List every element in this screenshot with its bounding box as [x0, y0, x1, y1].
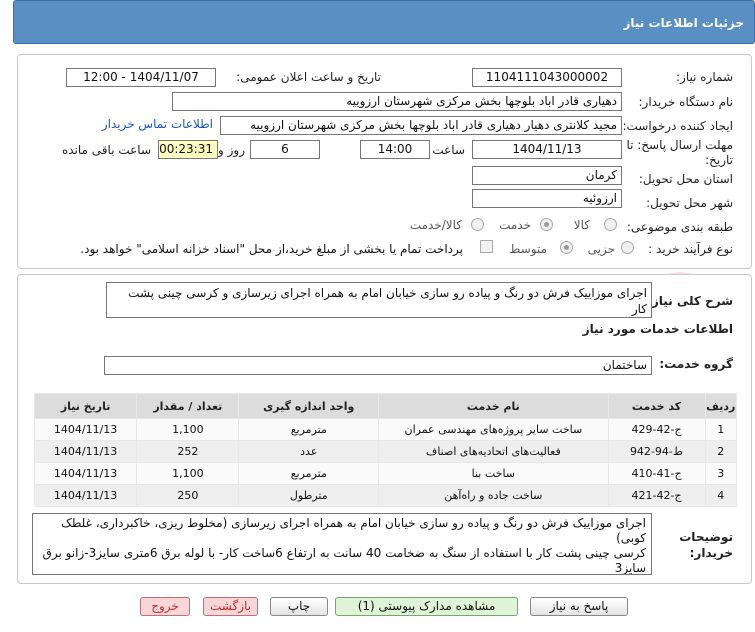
buyer-notes-field: اجرای موزاییک فرش دو رنگ و پیاده رو سازی…: [32, 513, 652, 575]
cell-date: 1404/11/13: [33, 462, 138, 485]
process-radio-minor[interactable]: [621, 241, 634, 254]
col-row-header: ردیف: [704, 393, 737, 419]
need-summary-field: اجرای موزاییک فرش دو رنگ و پیاده رو سازی…: [106, 282, 652, 318]
cell-date: 1404/11/13: [33, 484, 138, 507]
cell-unit: مترمربع: [238, 462, 380, 485]
exit-button[interactable]: خروج: [140, 597, 190, 616]
cell-name: فعالیت‌های اتحادیه‌های اصناف: [378, 440, 609, 463]
announce-datetime-field: 1404/11/07 - 12:00: [66, 68, 216, 87]
category-radio-goods-service[interactable]: [471, 218, 484, 231]
table-row: 3 ج-41-410 ساخت بنا مترمربع 1,100 1404/1…: [33, 462, 737, 485]
days-remaining-field: 6: [250, 140, 320, 159]
buyer-notes-label-2: خریدار:: [689, 546, 733, 560]
payment-note: پرداخت تمام یا بخشی از مبلغ خرید،از محل …: [80, 242, 463, 256]
buyer-org-label: نام دستگاه خریدار:: [638, 95, 734, 109]
city-field: ارزوئیه: [472, 189, 622, 208]
col-unit-header: واحد اندازه گیری: [238, 393, 380, 419]
deadline-label: مهلت ارسال پاسخ: تا: [626, 138, 733, 152]
cell-qty: 252: [136, 440, 240, 463]
category-label: طبقه بندی موضوعی:: [626, 220, 733, 234]
need-summary-label: شرح کلی نیاز:: [647, 294, 733, 308]
col-qty-header: تعداد / مقدار: [136, 393, 240, 419]
cell-name: ساخت سایر پروژه‌های مهندسی عمران: [378, 418, 609, 441]
table-row: 1 ج-42-429 ساخت سایر پروژه‌های مهندسی عم…: [33, 418, 737, 441]
deadline-label-date: تاریخ:: [705, 153, 733, 167]
buyer-notes-label: توضیحات: [679, 530, 733, 544]
category-radio-goods[interactable]: [604, 218, 617, 231]
cell-qty: 1,100: [136, 462, 240, 485]
cell-row: 3: [704, 462, 737, 485]
services-table-wrap: ردیف کد خدمت نام خدمت واحد اندازه گیری ت…: [33, 393, 737, 507]
cell-unit: عدد: [238, 440, 380, 463]
col-date-header: تاریخ نیاز: [33, 393, 138, 419]
deadline-date-field: 1404/11/13: [472, 140, 622, 159]
process-type-label: نوع فرآیند خرید :: [648, 242, 733, 256]
page-title: جزئیات اطلاعات نیاز: [623, 16, 744, 30]
creator-field: مجید کلانتری دهیار دهیاری قادر اباد بلوچ…: [220, 116, 622, 135]
cell-row: 2: [704, 440, 737, 463]
deadline-time-field: 14:00: [360, 140, 430, 159]
cell-date: 1404/11/13: [33, 418, 138, 441]
services-table: ردیف کد خدمت نام خدمت واحد اندازه گیری ت…: [33, 393, 737, 507]
creator-label: ایجاد کننده درخواست:: [622, 119, 733, 133]
print-button[interactable]: چاپ: [270, 597, 328, 616]
cell-date: 1404/11/13: [33, 440, 138, 463]
cell-qty: 250: [136, 484, 240, 507]
cell-code: ج-42-429: [607, 418, 706, 441]
treasury-bonds-checkbox[interactable]: [480, 240, 493, 253]
cell-code: ج-41-410: [607, 462, 706, 485]
cell-row: 4: [704, 484, 737, 507]
need-number-field: 1104111043000002: [472, 68, 622, 87]
respond-button[interactable]: پاسخ به نیاز: [530, 597, 628, 616]
cell-unit: مترطول: [238, 484, 380, 507]
cell-qty: 1,100: [136, 418, 240, 441]
service-group-field: ساختمان: [104, 356, 652, 375]
page-title-bar: جزئیات اطلاعات نیاز: [13, 0, 755, 44]
services-table-header: ردیف کد خدمت نام خدمت واحد اندازه گیری ت…: [33, 393, 737, 419]
view-attachments-button[interactable]: مشاهده مدارک پیوستی (1): [335, 597, 518, 616]
remaining-time-label: ساعت باقی مانده: [61, 143, 151, 157]
col-code-header: کد خدمت: [607, 393, 706, 419]
cell-name: ساخت بنا: [378, 462, 609, 485]
days-label: روز و: [218, 143, 245, 157]
category-radio-service[interactable]: [540, 218, 553, 231]
cell-code: ط-94-942: [607, 440, 706, 463]
category-option-goods-service: کالا/خدمت: [409, 218, 462, 232]
process-option-minor: جزیی: [587, 242, 615, 256]
remaining-time-field: 00:23:31: [158, 140, 218, 159]
buyer-org-field: دهیاری قادر اباد بلوچها بخش مرکزی شهرستا…: [172, 92, 622, 111]
cell-code: ج-42-421: [607, 484, 706, 507]
process-radio-medium[interactable]: [560, 241, 573, 254]
process-option-medium: متوسط: [509, 242, 547, 256]
need-number-label: شماره نیاز:: [676, 70, 733, 84]
col-name-header: نام خدمت: [378, 393, 609, 419]
time-label: ساعت: [432, 143, 465, 157]
province-label: استان محل تحویل:: [638, 172, 733, 186]
city-label: شهر محل تحویل:: [646, 196, 733, 210]
category-option-service: خدمت: [499, 218, 531, 232]
buyer-notes-line-2: کرسی چینی پشت کار با استفاده از سنگ به ض…: [42, 546, 646, 575]
services-section-title: اطلاعات خدمات مورد نیاز: [582, 322, 733, 336]
announce-label: تاریخ و ساعت اعلان عمومی:: [236, 70, 381, 84]
cell-unit: مترمربع: [238, 418, 380, 441]
table-row: 4 ج-42-421 ساخت جاده و راه‌آهن مترطول 25…: [33, 484, 737, 507]
service-group-label: گروه خدمت:: [659, 357, 733, 371]
cell-name: ساخت جاده و راه‌آهن: [378, 484, 609, 507]
back-button[interactable]: بازگشت: [203, 597, 258, 616]
buyer-contact-link[interactable]: اطلاعات تماس خریدار: [102, 117, 213, 131]
buyer-notes-line-1: اجرای موزاییک فرش دو رنگ و پیاده رو سازی…: [61, 516, 646, 545]
category-option-goods: کالا: [573, 218, 590, 232]
province-field: کرمان: [472, 166, 622, 185]
cell-row: 1: [704, 418, 737, 441]
table-row: 2 ط-94-942 فعالیت‌های اتحادیه‌های اصناف …: [33, 440, 737, 463]
